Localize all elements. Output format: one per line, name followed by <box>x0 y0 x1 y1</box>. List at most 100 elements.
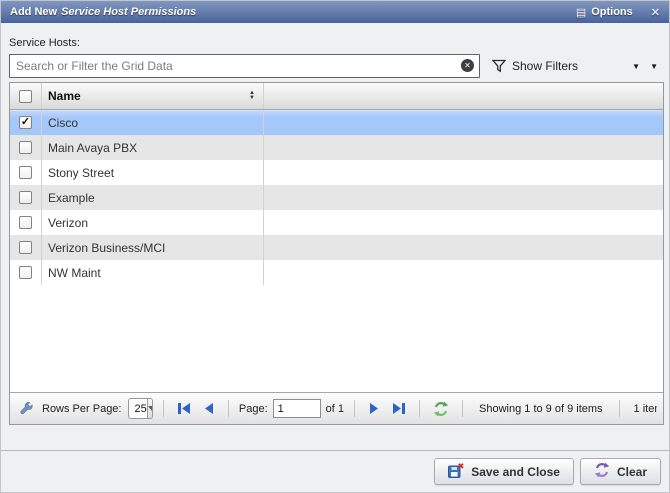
page-number-input[interactable] <box>273 399 321 418</box>
table-row[interactable]: Main Avaya PBX <box>10 135 663 160</box>
grid-body: ✓ Cisco Main Avaya PBX Stony Street Exam… <box>10 110 663 285</box>
divider <box>354 400 355 417</box>
selection-count-text: 1 item sel <box>630 403 657 415</box>
table-row[interactable]: Stony Street <box>10 160 663 185</box>
row-name: NW Maint <box>48 266 101 280</box>
row-name: Verizon Business/MCI <box>48 241 165 255</box>
row-checkbox[interactable] <box>19 216 32 229</box>
grid-pagination-bar: Rows Per Page: 25 Page: of 1 <box>10 392 663 424</box>
dialog-titlebar: Add NewService Host Permissions ▤ Option… <box>1 1 669 23</box>
row-checkbox[interactable] <box>19 241 32 254</box>
divider <box>619 400 620 417</box>
divider <box>228 400 229 417</box>
row-spacer <box>264 260 663 285</box>
row-checkbox[interactable] <box>19 266 32 279</box>
last-page-button[interactable] <box>388 403 409 414</box>
row-spacer <box>264 235 663 260</box>
select-all-checkbox[interactable] <box>19 90 32 103</box>
row-check-cell <box>10 235 42 260</box>
search-wrap: ✕ <box>9 54 480 78</box>
grid-header-row: Name ▲ ▼ <box>10 83 663 110</box>
add-new-service-host-permissions-dialog: Add NewService Host Permissions ▤ Option… <box>0 0 670 493</box>
clear-button[interactable]: Clear <box>580 458 661 485</box>
row-check-cell <box>10 160 42 185</box>
refresh-icon[interactable] <box>430 401 452 417</box>
row-checkbox[interactable] <box>19 141 32 154</box>
grid-empty-area <box>10 285 663 392</box>
sort-desc-icon: ▼ <box>249 96 255 101</box>
divider <box>419 400 420 417</box>
row-check-cell: ✓ <box>10 110 42 135</box>
row-name: Cisco <box>48 116 78 130</box>
options-icon: ▤ <box>576 6 586 19</box>
sort-icon[interactable]: ▲ ▼ <box>249 91 255 101</box>
service-hosts-label: Service Hosts: <box>9 37 661 49</box>
row-name-cell: Example <box>42 185 264 210</box>
row-name: Stony Street <box>48 166 114 180</box>
chevron-down-icon <box>148 406 153 411</box>
row-checkbox[interactable]: ✓ <box>19 116 32 129</box>
row-spacer <box>264 185 663 210</box>
name-column-header: Name <box>48 89 81 103</box>
row-spacer <box>264 210 663 235</box>
options-label: Options <box>591 6 633 18</box>
previous-page-button[interactable] <box>200 403 218 414</box>
options-button[interactable]: ▤ Options <box>576 6 633 19</box>
service-hosts-grid: Name ▲ ▼ ✓ Cisco Main Avaya PBX <box>9 82 664 425</box>
table-row[interactable]: Example <box>10 185 663 210</box>
row-name-cell: NW Maint <box>42 260 264 285</box>
save-icon <box>448 463 464 481</box>
row-name-cell: Stony Street <box>42 160 264 185</box>
row-name-cell: Cisco <box>42 110 264 135</box>
clear-label: Clear <box>617 465 647 479</box>
save-and-close-button[interactable]: Save and Close <box>434 458 574 485</box>
search-row: ✕ Show Filters ▼ ▼ <box>9 54 661 78</box>
divider <box>462 400 463 417</box>
divider <box>163 400 164 417</box>
next-page-button[interactable] <box>365 403 383 414</box>
dialog-title-prefix: Add New <box>10 6 57 18</box>
row-spacer <box>264 160 663 185</box>
rows-per-page-label: Rows Per Page: <box>42 403 121 415</box>
table-row[interactable]: Verizon <box>10 210 663 235</box>
rows-per-page-value: 25 <box>129 399 146 418</box>
row-spacer <box>264 135 663 160</box>
dialog-action-bar: Save and Close Clear <box>1 450 669 492</box>
clear-refresh-icon <box>594 462 610 481</box>
row-checkbox[interactable] <box>19 166 32 179</box>
row-name-cell: Verizon Business/MCI <box>42 235 264 260</box>
row-name-cell: Verizon <box>42 210 264 235</box>
row-check-cell <box>10 210 42 235</box>
row-spacer <box>264 110 663 135</box>
table-row[interactable]: NW Maint <box>10 260 663 285</box>
table-row[interactable]: Verizon Business/MCI <box>10 235 663 260</box>
search-clear-icon[interactable]: ✕ <box>461 59 474 72</box>
filter-dropdown-caret-icon[interactable]: ▼ <box>632 62 640 71</box>
filter-funnel-icon <box>492 59 506 73</box>
page-label: Page: <box>239 403 268 415</box>
grid-settings-wrench-icon[interactable] <box>16 401 37 416</box>
first-page-button[interactable] <box>174 403 195 414</box>
search-input[interactable] <box>9 54 480 78</box>
page-of-label: of 1 <box>326 403 344 415</box>
dialog-title: Add NewService Host Permissions <box>10 6 576 18</box>
filter-menu-caret-icon[interactable]: ▼ <box>650 62 658 71</box>
dialog-body: Service Hosts: ✕ Show Filters ▼ ▼ <box>1 37 669 425</box>
show-filters-button[interactable]: Show Filters ▼ ▼ <box>492 59 661 73</box>
table-row[interactable]: ✓ Cisco <box>10 110 663 135</box>
row-check-cell <box>10 260 42 285</box>
show-filters-label: Show Filters <box>512 59 578 73</box>
row-check-cell <box>10 135 42 160</box>
row-checkbox[interactable] <box>19 191 32 204</box>
row-name: Example <box>48 191 95 205</box>
row-check-cell <box>10 185 42 210</box>
grid-header-spacer <box>264 83 663 109</box>
rows-per-page-select[interactable]: 25 <box>128 398 152 419</box>
row-name: Main Avaya PBX <box>48 141 137 155</box>
showing-items-text: Showing 1 to 9 of 9 items <box>473 403 609 415</box>
row-name-cell: Main Avaya PBX <box>42 135 264 160</box>
filter-carets: ▼ ▼ <box>632 62 661 71</box>
grid-header-name-cell[interactable]: Name ▲ ▼ <box>42 83 264 109</box>
save-and-close-label: Save and Close <box>471 465 560 479</box>
close-icon[interactable]: ✕ <box>651 6 660 19</box>
